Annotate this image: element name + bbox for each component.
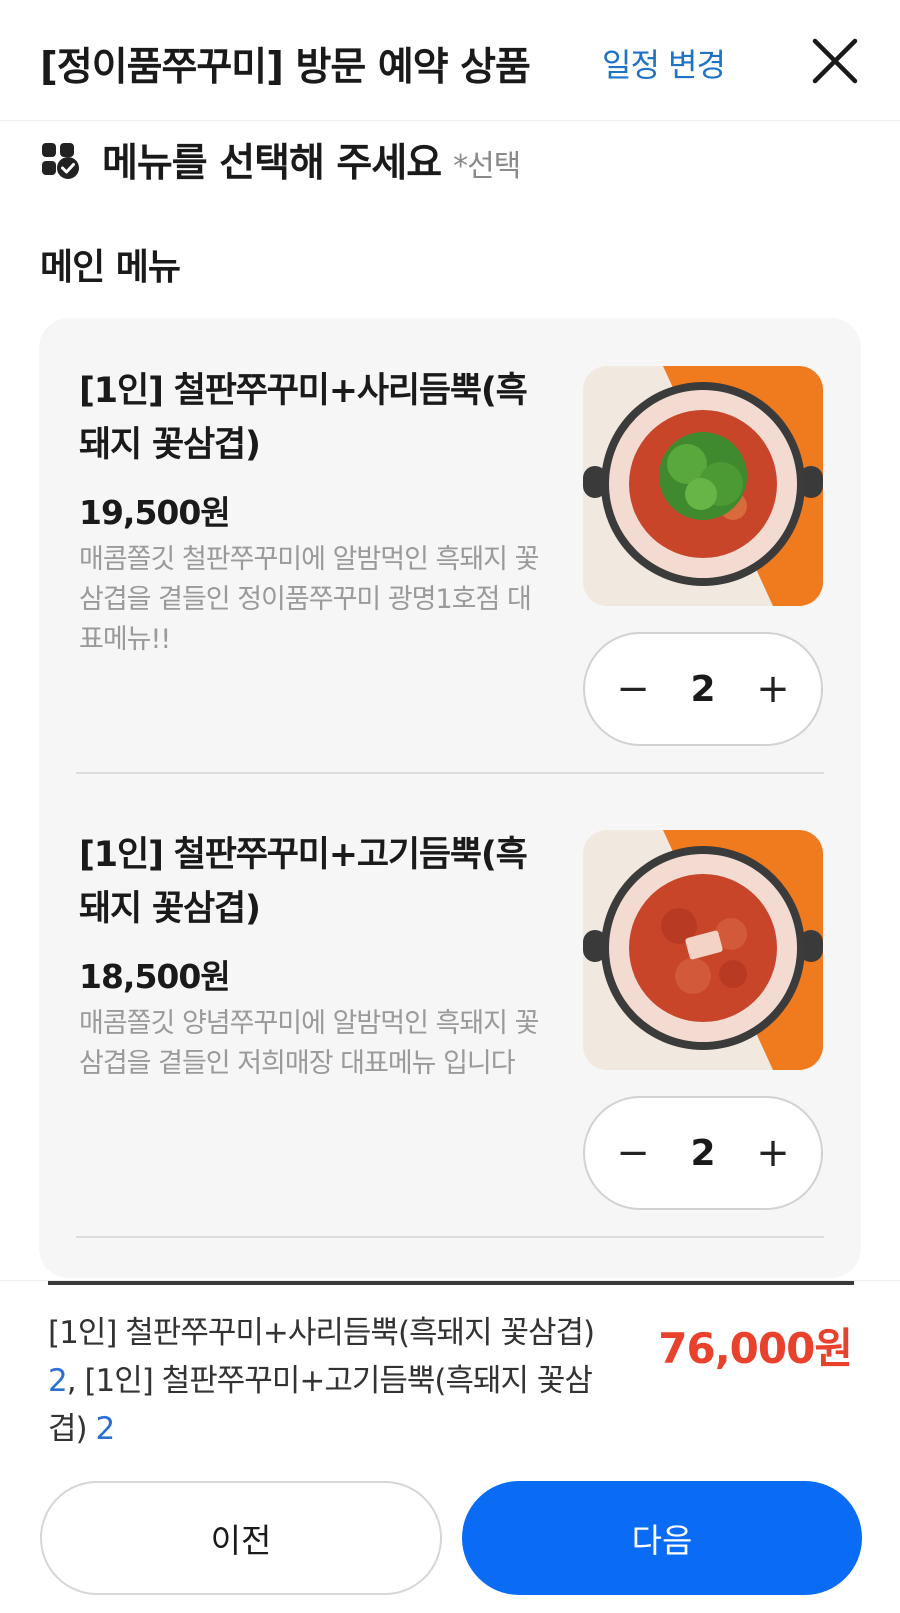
section-heading: 메뉴를 선택해 주세요 *선택 — [40, 132, 521, 188]
decrease-button[interactable]: − — [613, 669, 653, 709]
order-summary: [1인] 철판쭈꾸미+사리듬뿍(흑돼지 꽃삼겹) 2, [1인] 철판쭈꾸미+고… — [48, 1309, 628, 1453]
summary-separator: , — [66, 1363, 85, 1399]
divider — [76, 772, 824, 774]
order-summary-sheet: [1인] 철판쭈꾸미+사리듬뿍(흑돼지 꽃삼겹) 2, [1인] 철판쭈꾸미+고… — [0, 1280, 900, 1613]
section-title: 메뉴를 선택해 주세요 — [102, 141, 442, 186]
total-price: 76,000원 — [658, 1324, 853, 1373]
quantity-value: 2 — [690, 1132, 716, 1174]
menu-item-price: 19,500원 — [79, 493, 231, 532]
summary-item-quantity: 2 — [95, 1411, 115, 1447]
next-button[interactable]: 다음 — [462, 1481, 862, 1595]
summary-item-quantity: 2 — [48, 1363, 68, 1399]
increase-button[interactable]: + — [753, 1133, 793, 1173]
menu-check-icon — [40, 140, 80, 180]
menu-item-name: [1인] 철판쭈꾸미+사리듬뿍(흑돼지 꽃삼겹) — [79, 371, 528, 465]
group-title: 메인 메뉴 — [40, 247, 181, 288]
quantity-stepper: − 2 + — [583, 632, 823, 746]
sheet-top-bar — [48, 1281, 854, 1285]
quantity-stepper: − 2 + — [583, 1096, 823, 1210]
change-schedule-link[interactable]: 일정 변경 — [602, 40, 726, 86]
header: [정이품쭈꾸미] 방문 예약 상품 일정 변경 — [0, 0, 900, 121]
previous-button[interactable]: 이전 — [40, 1481, 442, 1595]
food-photo — [583, 366, 823, 606]
increase-button[interactable]: + — [753, 669, 793, 709]
menu-list: [1인] 철판쭈꾸미+사리듬뿍(흑돼지 꽃삼겹) 19,500원 매콤쫄깃 철판… — [39, 318, 861, 1278]
menu-item-description: 매콤쫄깃 철판쭈꾸미에 알밤먹인 흑돼지 꽃삼겹을 곁들인 정이품쭈꾸미 광명1… — [79, 544, 539, 655]
food-photo — [583, 830, 823, 1070]
summary-item-name: [1인] 철판쭈꾸미+사리듬뿍(흑돼지 꽃삼겹) — [48, 1315, 595, 1351]
summary-item-name: [1인] 철판쭈꾸미+고기듬뿍(흑돼지 꽃삼겹) — [48, 1363, 593, 1447]
decrease-button[interactable]: − — [613, 1133, 653, 1173]
close-icon[interactable] — [810, 36, 860, 86]
quantity-value: 2 — [690, 668, 716, 710]
menu-item-description: 매콤쫄깃 양념쭈꾸미에 알밤먹인 흑돼지 꽃삼겹을 곁들인 저희매장 대표메뉴 … — [79, 1008, 539, 1079]
menu-item-price: 18,500원 — [79, 957, 231, 996]
menu-item-name: [1인] 철판쭈꾸미+고기듬뿍(흑돼지 꽃삼겹) — [79, 835, 528, 929]
page-title: [정이품쭈꾸미] 방문 예약 상품 — [40, 45, 531, 90]
optional-label: *선택 — [453, 149, 521, 184]
divider — [76, 1236, 824, 1238]
